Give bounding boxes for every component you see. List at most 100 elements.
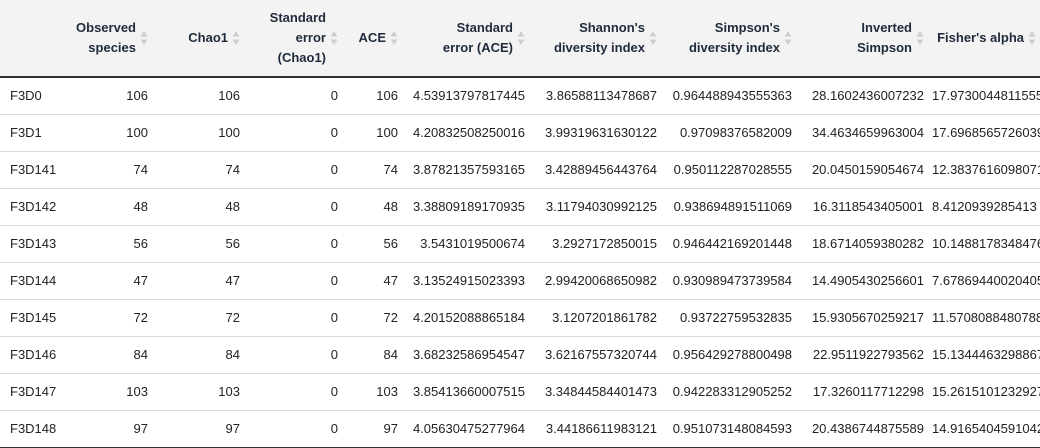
column-header-9[interactable]: Fisher's alpha — [928, 0, 1040, 78]
table-row: F3D147 103 103 0 103 3.85413660007515 3.348445… — [0, 373, 1040, 411]
table-cell: 0 — [244, 373, 342, 411]
table-cell: 103 — [152, 373, 244, 411]
sort-icon[interactable] — [649, 30, 657, 46]
table-cell: 14.4905430256601 — [796, 262, 928, 300]
table-cell: 47 — [152, 262, 244, 300]
table-row: F3D148 97 97 0 97 4.05630475277964 3.441866119… — [0, 410, 1040, 448]
column-header-label: ACE — [358, 30, 386, 45]
sort-icon[interactable] — [390, 30, 398, 46]
column-header-label: error — [295, 30, 326, 45]
table-cell: 3.99319631630122 — [529, 114, 661, 152]
table-cell: 0 — [244, 114, 342, 152]
column-header-label: Inverted — [861, 20, 912, 35]
table-cell: 15.1344463298867 — [928, 336, 1040, 374]
sort-icon[interactable] — [784, 30, 792, 46]
column-header-7[interactable]: Simpson's diversity index — [661, 0, 796, 78]
table-cell: 20.0450159054674 — [796, 151, 928, 189]
table-cell: 4.53913797817445 — [402, 77, 529, 115]
sort-icon[interactable] — [517, 30, 525, 46]
table-cell: 47 — [342, 262, 402, 300]
table-cell: 0 — [244, 188, 342, 226]
table-cell: 17.3260117712298 — [796, 373, 928, 411]
table-cell: 48 — [152, 188, 244, 226]
table-cell: 3.2927172850015 — [529, 225, 661, 263]
column-header-2[interactable]: Chao1 — [152, 0, 244, 78]
table-cell: 84 — [60, 336, 152, 374]
column-header-4[interactable]: ACE — [342, 0, 402, 78]
column-header-3[interactable]: Standard error (Chao1) — [244, 0, 342, 78]
table-cell: 0.938694891511069 — [661, 188, 796, 226]
table-cell: 0.951073148084593 — [661, 410, 796, 448]
column-header-label: error (ACE) — [442, 40, 513, 55]
sample-name-cell: F3D146 — [0, 336, 60, 374]
table-body: F3D0 106 106 0 106 4.53913797817445 3.86588113… — [0, 77, 1040, 448]
column-header-5[interactable]: Standard error (ACE) — [402, 0, 529, 78]
table-cell: 47 — [60, 262, 152, 300]
header-row: Observed species Chao1 Standard error (Chao1)… — [0, 0, 1040, 78]
sort-icon[interactable] — [232, 30, 240, 46]
sample-name-cell: F3D148 — [0, 410, 60, 448]
table-cell: 18.6714059380282 — [796, 225, 928, 263]
table-cell: 97 — [152, 410, 244, 448]
table-cell: 3.5431019500674 — [402, 225, 529, 263]
column-header-label: species — [88, 40, 136, 55]
table-cell: 4.20152088865184 — [402, 299, 529, 337]
table-cell: 11.5708088480788 — [928, 299, 1040, 337]
table-cell: 56 — [152, 225, 244, 263]
table-cell: 8.4120939285413 — [928, 188, 1040, 226]
table-cell: 3.44186611983121 — [529, 410, 661, 448]
table-cell: 3.11794030992125 — [529, 188, 661, 226]
column-header-1[interactable]: Observed species — [60, 0, 152, 78]
column-header-6[interactable]: Shannon's diversity index — [529, 0, 661, 78]
table-row: F3D145 72 72 0 72 4.20152088865184 3.120720186… — [0, 299, 1040, 337]
table-cell: 3.68232586954547 — [402, 336, 529, 374]
column-header-label: diversity index — [553, 40, 645, 55]
sample-name-cell: F3D141 — [0, 151, 60, 189]
table-cell: 100 — [342, 114, 402, 152]
sample-name-cell: F3D143 — [0, 225, 60, 263]
table-cell: 10.1488178348476 — [928, 225, 1040, 263]
table-cell: 106 — [152, 77, 244, 115]
table-cell: 14.9165404591042 — [928, 410, 1040, 448]
table-cell: 20.4386744875589 — [796, 410, 928, 448]
table-row: F3D141 74 74 0 74 3.87821357593165 3.428894564… — [0, 151, 1040, 189]
table-row: F3D0 106 106 0 106 4.53913797817445 3.86588113… — [0, 77, 1040, 115]
table-cell: 15.2615101232927 — [928, 373, 1040, 411]
table-cell: 3.38809189170935 — [402, 188, 529, 226]
table-cell: 7.67869440020405 — [928, 262, 1040, 300]
table-cell: 48 — [60, 188, 152, 226]
column-header-label: Shannon's — [579, 20, 645, 35]
column-header-label: Standard — [456, 20, 513, 35]
table-cell: 97 — [342, 410, 402, 448]
table-cell: 34.4634659963004 — [796, 114, 928, 152]
column-header-8[interactable]: Inverted Simpson — [796, 0, 928, 78]
sample-name-cell: F3D1 — [0, 114, 60, 152]
table-cell: 56 — [342, 225, 402, 263]
sort-icon[interactable] — [1028, 30, 1036, 46]
table-row: F3D1 100 100 0 100 4.20832508250016 3.99319631… — [0, 114, 1040, 152]
table-cell: 3.13524915023393 — [402, 262, 529, 300]
table-cell: 0.950112287028555 — [661, 151, 796, 189]
table-cell: 74 — [342, 151, 402, 189]
table-cell: 17.6968565726039 — [928, 114, 1040, 152]
table-cell: 84 — [342, 336, 402, 374]
column-header-label: Chao1 — [188, 30, 228, 45]
table-cell: 0 — [244, 225, 342, 263]
table-cell: 0.97098376582009 — [661, 114, 796, 152]
table-cell: 72 — [152, 299, 244, 337]
table-cell: 74 — [152, 151, 244, 189]
table-cell: 0 — [244, 77, 342, 115]
sample-name-cell: F3D0 — [0, 77, 60, 115]
table-cell: 103 — [342, 373, 402, 411]
table-cell: 3.34844584401473 — [529, 373, 661, 411]
sort-icon[interactable] — [330, 30, 338, 46]
sort-icon[interactable] — [140, 30, 148, 46]
table-cell: 28.1602436007232 — [796, 77, 928, 115]
table-cell: 103 — [60, 373, 152, 411]
table-row: F3D144 47 47 0 47 3.13524915023393 2.994200686… — [0, 262, 1040, 300]
sort-icon[interactable] — [916, 30, 924, 46]
diversity-table-container: Observed species Chao1 Standard error (Chao1)… — [0, 0, 1040, 448]
table-cell: 0.942283312905252 — [661, 373, 796, 411]
table-cell: 0 — [244, 262, 342, 300]
diversity-table: Observed species Chao1 Standard error (Chao1)… — [0, 0, 1040, 448]
